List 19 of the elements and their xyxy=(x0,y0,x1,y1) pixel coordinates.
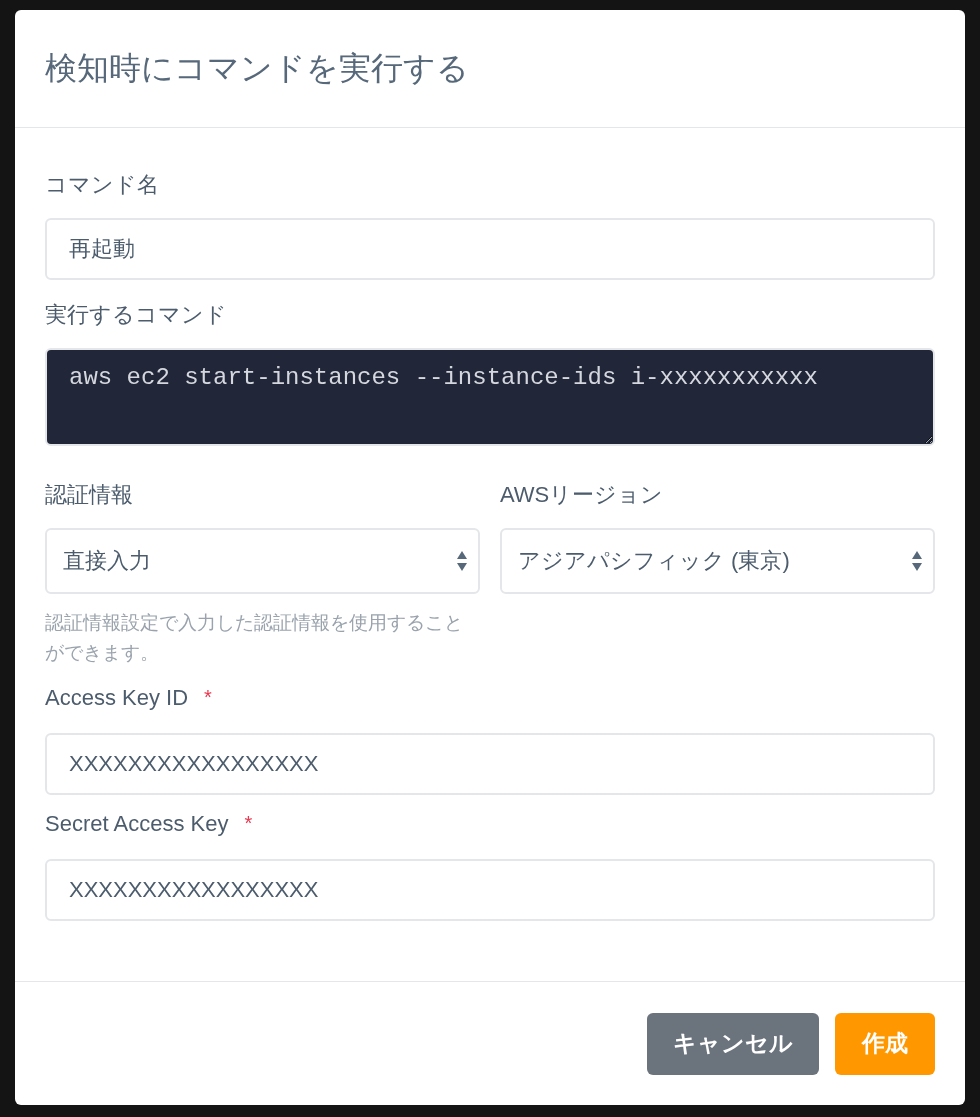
field-label: 認証情報 xyxy=(45,481,133,509)
text-input[interactable]: 再起動 xyxy=(45,218,935,280)
cancel-button[interactable]: キャンセル xyxy=(647,1012,819,1075)
required-mark: * xyxy=(244,812,253,836)
sort-arrows-icon xyxy=(911,550,923,572)
field-label: 実行するコマンド xyxy=(45,301,227,329)
field-label: Secret Access Key xyxy=(45,810,229,837)
text-input[interactable]: XXXXXXXXXXXXXXXXX xyxy=(45,732,935,795)
help-text: 認証情報設定で入力した認証情報を使用することができます。 xyxy=(45,611,464,666)
required-mark: * xyxy=(204,686,212,710)
field-label: コマンド名 xyxy=(45,171,159,199)
select-dropdown[interactable]: 直接入力 xyxy=(45,528,480,594)
text-input[interactable]: XXXXXXXXXXXXXXXXX xyxy=(45,858,935,921)
field-label: Access Key ID xyxy=(45,684,189,711)
select-dropdown[interactable]: アジアパシフィック (東京) xyxy=(500,528,935,594)
command-textarea[interactable]: aws ec2 start-instances --instance-ids i-xxxxxxxxxxx xyxy=(45,348,935,446)
field-label: AWSリージョン xyxy=(500,481,664,509)
sort-arrows-icon xyxy=(456,550,468,572)
dialog-title: 検知時にコマンドを実行する xyxy=(45,48,469,88)
